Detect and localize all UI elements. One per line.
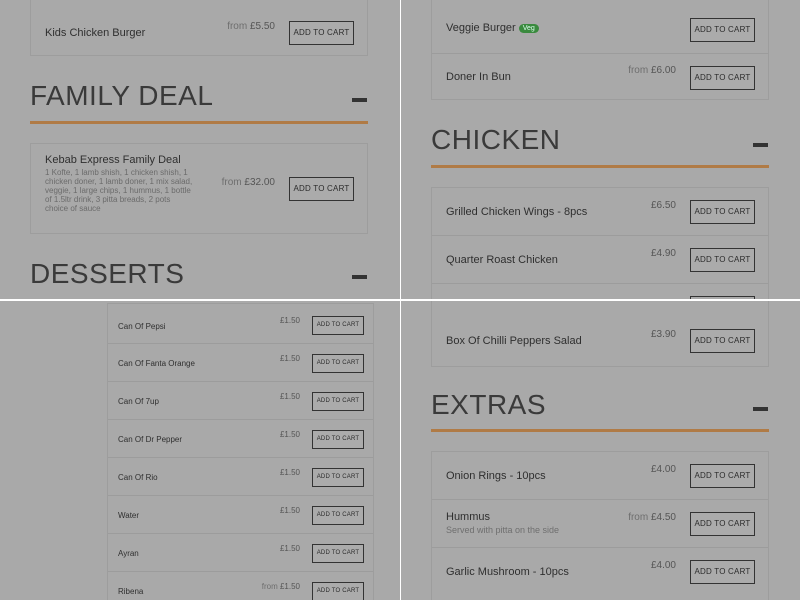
collapse-icon[interactable]: [753, 407, 768, 411]
item-name: Can Of Fanta Orange: [118, 359, 195, 368]
item-price: £1.50: [279, 506, 300, 515]
menu-item-card: Onion Rings - 10pcs £4.00 ADD TO CART Hu…: [431, 451, 769, 600]
menu-item-row: Can Of Pepsi £1.50 ADD TO CART: [108, 304, 373, 344]
collapse-icon[interactable]: [352, 98, 367, 102]
menu-item-card: Box Of Chilli Peppers Salad £3.90 ADD TO…: [431, 301, 769, 367]
item-name: Can Of Rio: [118, 473, 158, 482]
menu-item-row: Grilled Chicken Wings - 8pcs £6.50 ADD T…: [432, 188, 768, 236]
add-to-cart-button[interactable]: ADD TO CART: [289, 177, 354, 201]
menu-view-top-right: Veggie Burger Veg ADD TO CART Doner In Bu…: [401, 0, 800, 299]
add-to-cart-button[interactable]: ADD TO CART: [312, 354, 364, 373]
menu-item-row: Ribena from £1.50 ADD TO CART: [108, 572, 373, 600]
collapse-icon[interactable]: [352, 275, 367, 279]
add-to-cart-button[interactable]: ADD TO CART: [312, 316, 364, 335]
item-price: £1.50: [279, 468, 300, 477]
item-description: Served with pitta on the side: [446, 525, 560, 535]
menu-item-row: Doner In Bun from £6.00 ADD TO CART: [432, 54, 768, 101]
quadrant-divider-horizontal: [0, 299, 800, 301]
item-name: Box Of Chilli Peppers Salad: [446, 335, 582, 347]
add-to-cart-button[interactable]: ADD TO CART: [312, 430, 364, 449]
add-to-cart-button[interactable]: ADD TO CART: [690, 560, 755, 584]
section-heading-family-deal: FAMILY DEAL: [30, 80, 214, 111]
menu-item-card: Grilled Chicken Wings - 8pcs £6.50 ADD T…: [431, 187, 769, 299]
drinks-card: Can Of Pepsi £1.50 ADD TO CART Can Of Fa…: [107, 303, 374, 600]
item-price: £3.90: [650, 329, 676, 340]
item-price: £1.50: [279, 354, 300, 363]
item-name: Can Of Pepsi: [118, 322, 166, 331]
menu-item-row: Ayran £1.50 ADD TO CART: [108, 534, 373, 572]
add-to-cart-button[interactable]: ADD TO CART: [312, 544, 364, 563]
add-to-cart-button[interactable]: ADD TO CART: [312, 582, 364, 600]
item-price: £6.50: [650, 200, 676, 211]
item-name: Doner In Bun: [446, 71, 511, 83]
menu-view-top-left: Kids Chicken Burger from £5.50 ADD TO CA…: [0, 0, 400, 299]
menu-item-row: Onion Rings - 10pcs £4.00 ADD TO CART: [432, 452, 768, 500]
menu-item-row: Garlic Mushroom - 10pcs £4.00 ADD TO CAR…: [432, 548, 768, 600]
item-name: Onion Rings - 10pcs: [446, 470, 546, 482]
collapse-icon[interactable]: [753, 143, 768, 147]
item-price: £4.00: [650, 560, 676, 571]
item-price: from £6.00: [628, 65, 676, 76]
menu-item-card: Kebab Express Family Deal 1 Kofte, 1 lam…: [30, 143, 368, 234]
menu-item-row: Can Of Fanta Orange £1.50 ADD TO CART: [108, 344, 373, 382]
item-name: Can Of Dr Pepper: [118, 435, 183, 444]
menu-item-row: Veggie Burger Veg ADD TO CART: [432, 0, 768, 54]
add-to-cart-button[interactable]: ADD TO CART: [690, 512, 755, 536]
menu-view-bottom-left: Can Of Pepsi £1.50 ADD TO CART Can Of Fa…: [0, 301, 400, 600]
add-to-cart-button[interactable]: ADD TO CART: [690, 18, 755, 42]
item-price: from £32.00: [221, 177, 275, 188]
item-name: Ayran: [118, 549, 139, 558]
section-heading-chicken: CHICKEN: [431, 124, 561, 155]
item-price: £4.00: [650, 464, 676, 475]
add-to-cart-button[interactable]: ADD TO CART: [690, 66, 755, 90]
menu-item-row: Can Of 7up £1.50 ADD TO CART: [108, 382, 373, 420]
menu-item-row: Can Of Dr Pepper £1.50 ADD TO CART: [108, 420, 373, 458]
add-to-cart-button[interactable]: ADD TO CART: [312, 506, 364, 525]
item-price: £1.50: [279, 392, 300, 401]
item-name: Ribena: [118, 587, 144, 596]
section-divider: [431, 429, 769, 432]
item-price: £1.50: [279, 316, 300, 325]
item-name: Kebab Express Family Deal: [45, 154, 181, 166]
add-to-cart-button[interactable]: ADD TO CART: [690, 200, 755, 224]
item-price: from £1.50: [261, 582, 300, 591]
item-name: Water: [118, 511, 140, 520]
item-name: Garlic Mushroom - 10pcs: [446, 566, 569, 578]
item-name: Hummus: [446, 511, 491, 523]
menu-item-row: Hummus Served with pitta on the side fro…: [432, 500, 768, 548]
item-description: 1 Kofte, 1 lamb shish, 1 chicken shish, …: [45, 168, 193, 213]
menu-item-row: Quarter Roast Chicken £4.90 ADD TO CART: [432, 236, 768, 284]
add-to-cart-button[interactable]: ADD TO CART: [690, 248, 755, 272]
section-heading-extras: EXTRAS: [431, 389, 547, 420]
add-to-cart-button[interactable]: ADD TO CART: [289, 21, 354, 45]
add-to-cart-button[interactable]: ADD TO CART: [690, 464, 755, 488]
menu-item-row: Can Of Rio £1.50 ADD TO CART: [108, 458, 373, 496]
item-name: Can Of 7up: [118, 397, 159, 406]
item-name: Veggie Burger Veg: [446, 22, 539, 34]
add-to-cart-button[interactable]: ADD TO CART: [690, 329, 755, 353]
item-price: £4.90: [650, 248, 676, 259]
menu-item-row: [432, 284, 768, 299]
item-price: £1.50: [279, 544, 300, 553]
section-heading-desserts: DESSERTS: [30, 258, 185, 289]
item-price: from £4.50: [628, 512, 676, 523]
section-divider: [30, 121, 368, 124]
menu-item-card: Veggie Burger Veg ADD TO CART Doner In Bu…: [431, 0, 769, 100]
item-name: Kids Chicken Burger: [45, 27, 146, 39]
item-name: Grilled Chicken Wings - 8pcs: [446, 206, 588, 218]
item-price: £1.50: [279, 430, 300, 439]
section-divider: [431, 165, 769, 168]
veg-badge: Veg: [518, 24, 539, 33]
menu-view-bottom-right: Box Of Chilli Peppers Salad £3.90 ADD TO…: [401, 301, 800, 600]
add-to-cart-button[interactable]: ADD TO CART: [312, 392, 364, 411]
item-price: from £5.50: [227, 21, 275, 32]
item-name: Quarter Roast Chicken: [446, 254, 558, 266]
menu-item-card: Kids Chicken Burger from £5.50 ADD TO CA…: [30, 0, 368, 56]
add-to-cart-button[interactable]: ADD TO CART: [312, 468, 364, 487]
menu-item-row: Water £1.50 ADD TO CART: [108, 496, 373, 534]
